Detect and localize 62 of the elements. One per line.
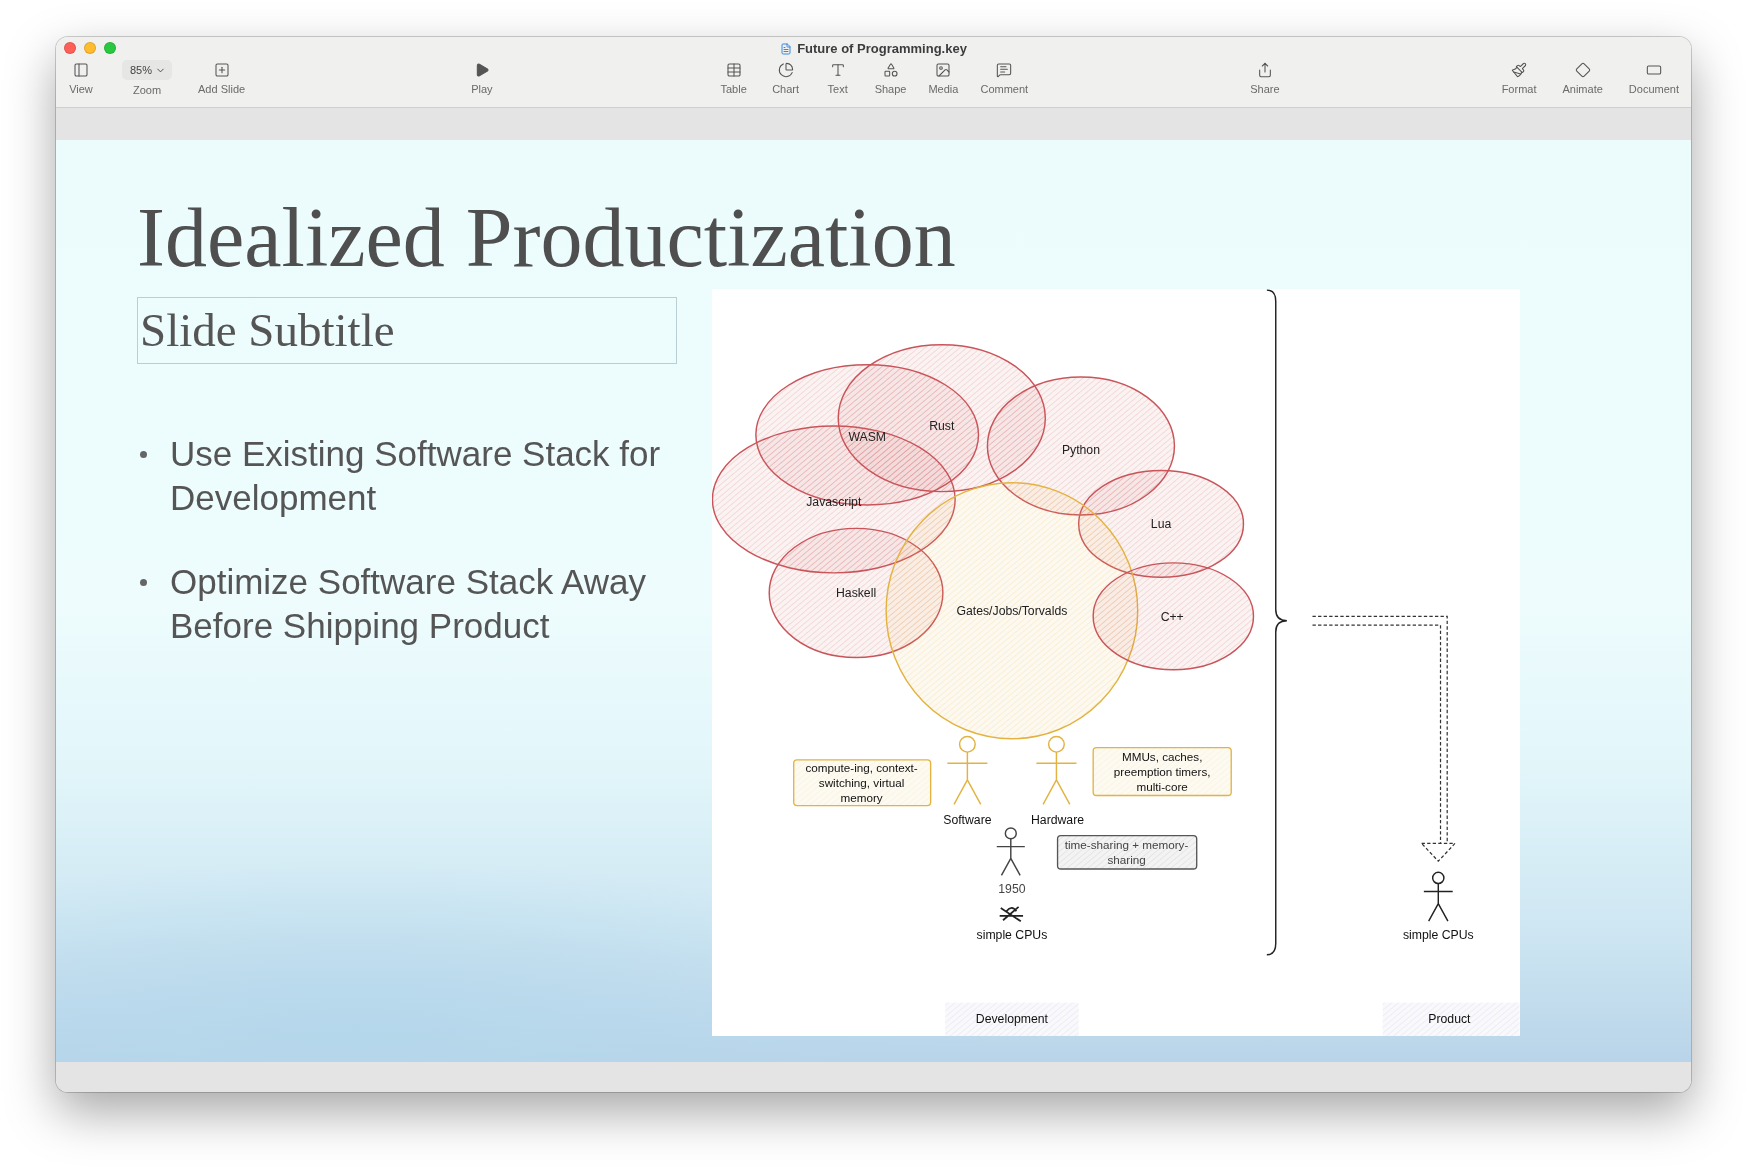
- figure-label: Software: [943, 813, 992, 828]
- sidebar-icon: [73, 62, 89, 78]
- toolbar-button[interactable]: Play: [462, 59, 501, 95]
- stick-figure: [1423, 871, 1454, 922]
- comment-icon: [996, 62, 1013, 78]
- slide-title[interactable]: Idealized Productization: [137, 188, 1691, 289]
- note-box: time-sharing + memory- sharing: [1056, 834, 1198, 870]
- toolbar-label: Zoom: [132, 84, 162, 96]
- fullscreen-button[interactable]: [104, 42, 116, 54]
- toolbar-button[interactable]: Shape: [870, 59, 911, 95]
- bubble-label: Lua: [1150, 517, 1172, 532]
- bubble-label: Javascript: [806, 495, 862, 509]
- toolbar-button[interactable]: Table: [714, 59, 753, 95]
- figure-label: Hardware: [1031, 813, 1085, 828]
- subtitle-placeholder[interactable]: Slide Subtitle: [137, 297, 677, 364]
- bubble-label: Python: [1061, 442, 1100, 457]
- shapes-icon: [882, 62, 899, 78]
- toolbar-button[interactable]: Document: [1624, 59, 1683, 95]
- section-tag: Product: [1382, 1002, 1520, 1036]
- bullet-text: Optimize Software Stack Away Before Shipping Product: [170, 560, 670, 648]
- close-button[interactable]: [64, 42, 76, 54]
- pie-chart-icon: [777, 62, 794, 78]
- rectangle-icon: [1645, 62, 1662, 78]
- diagram-image[interactable]: [712, 289, 1520, 1036]
- stick-figure: [1035, 735, 1078, 806]
- toolbar-button[interactable]: Animate: [1558, 59, 1607, 95]
- add-icon: [213, 62, 230, 78]
- text-icon: [829, 62, 846, 78]
- figure-label: 1950: [998, 882, 1026, 897]
- minimize-button[interactable]: [84, 42, 96, 54]
- brush-icon: [1511, 62, 1528, 78]
- toolbar-button[interactable]: Add Slide: [194, 59, 250, 95]
- diamond-icon: [1574, 62, 1591, 78]
- toolbar-button[interactable]: Format: [1497, 59, 1541, 95]
- toolbar-button[interactable]: View: [62, 59, 100, 95]
- zoom-dropdown[interactable]: 85%: [122, 60, 173, 80]
- bubble-label: Haskell: [836, 586, 877, 601]
- toolbar-button[interactable]: Chart: [766, 59, 805, 95]
- toolbar-button[interactable]: Share: [1245, 59, 1284, 95]
- toolbar-button[interactable]: Text: [818, 59, 857, 95]
- toolbar-button[interactable]: Media: [924, 59, 963, 95]
- note-box: compute-ing, context- switching, virtual memory: [793, 759, 932, 807]
- image-icon: [935, 62, 952, 78]
- stick-figure: [946, 735, 989, 806]
- window-title: Future of Programming.key: [797, 41, 967, 56]
- base-label: simple CPUs: [1402, 928, 1474, 943]
- table-icon: [725, 62, 742, 78]
- bullet-dot: [140, 451, 147, 458]
- share-icon: [1256, 62, 1273, 78]
- document-icon: [780, 42, 793, 55]
- bullet-dot: [140, 579, 147, 586]
- note-box: MMUs, caches, preemption timers, multi-core: [1092, 747, 1232, 797]
- bubble-label: WASM: [848, 430, 886, 445]
- bubble-label: C++: [1160, 609, 1184, 624]
- base-label: simple CPUs: [976, 928, 1048, 943]
- bubble-label: Rust: [929, 419, 955, 434]
- section-tag: Development: [945, 1002, 1079, 1036]
- scribble-icon: [998, 905, 1024, 923]
- toolbar-button[interactable]: Comment: [976, 59, 1033, 95]
- bullet-text: Use Existing Software Stack for Development: [170, 432, 670, 520]
- stick-figure: [996, 827, 1026, 877]
- bubble-label: Gates/Jobs/Torvalds: [956, 604, 1068, 619]
